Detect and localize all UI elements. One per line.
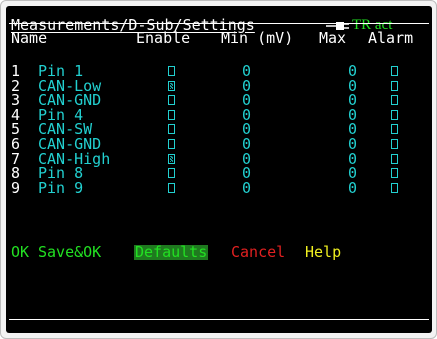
pin-row[interactable]: 9 Pin 9 0 0 xyxy=(6,178,432,197)
enable-checkbox[interactable] xyxy=(168,182,175,193)
alarm-checkbox[interactable] xyxy=(391,139,398,149)
pin-number: 9 xyxy=(11,178,21,197)
header-max: Max xyxy=(319,29,347,47)
enable-checkbox[interactable] xyxy=(168,168,175,179)
enable-checkbox[interactable] xyxy=(168,66,175,76)
alarm-checkbox[interactable] xyxy=(391,124,398,135)
header-enable: Enable xyxy=(136,29,191,47)
alarm-checkbox[interactable] xyxy=(391,168,398,179)
enable-checkbox[interactable] xyxy=(168,80,175,91)
save-ok-button[interactable]: Save&OK xyxy=(38,245,101,260)
alarm-checkbox[interactable] xyxy=(391,109,398,120)
alarm-checkbox[interactable] xyxy=(391,95,398,106)
help-button[interactable]: Help xyxy=(305,245,341,260)
pin-name: Pin 9 xyxy=(38,178,84,197)
title-divider xyxy=(9,23,429,24)
ok-button[interactable]: OK xyxy=(11,245,29,260)
softkey-bar: OK Save&OK Defaults Cancel Help xyxy=(6,245,432,260)
min-value[interactable]: 0 xyxy=(231,180,251,196)
defaults-button[interactable]: Defaults xyxy=(134,245,209,260)
alarm-checkbox[interactable] xyxy=(391,182,398,193)
enable-checkbox[interactable] xyxy=(168,139,175,149)
settings-screen: Measurements/D-Sub/Settings TR act Name … xyxy=(6,6,432,333)
alarm-checkbox[interactable] xyxy=(391,153,398,164)
enable-checkbox[interactable] xyxy=(168,95,175,106)
header-min: Min (mV) xyxy=(221,29,294,47)
enable-checkbox[interactable] xyxy=(168,153,175,164)
enable-checkbox[interactable] xyxy=(168,124,175,135)
header-alarm: Alarm xyxy=(368,29,414,47)
enable-checkbox[interactable] xyxy=(168,109,175,120)
header-name: Name xyxy=(11,29,48,47)
cancel-button[interactable]: Cancel xyxy=(231,245,285,260)
alarm-checkbox[interactable] xyxy=(391,66,398,76)
column-headers: Name Enable Min (mV) Max Alarm xyxy=(6,31,432,46)
bottom-divider xyxy=(9,319,429,320)
max-value[interactable]: 0 xyxy=(331,180,357,196)
alarm-checkbox[interactable] xyxy=(391,80,398,91)
device-bezel: Measurements/D-Sub/Settings TR act Name … xyxy=(0,0,437,339)
